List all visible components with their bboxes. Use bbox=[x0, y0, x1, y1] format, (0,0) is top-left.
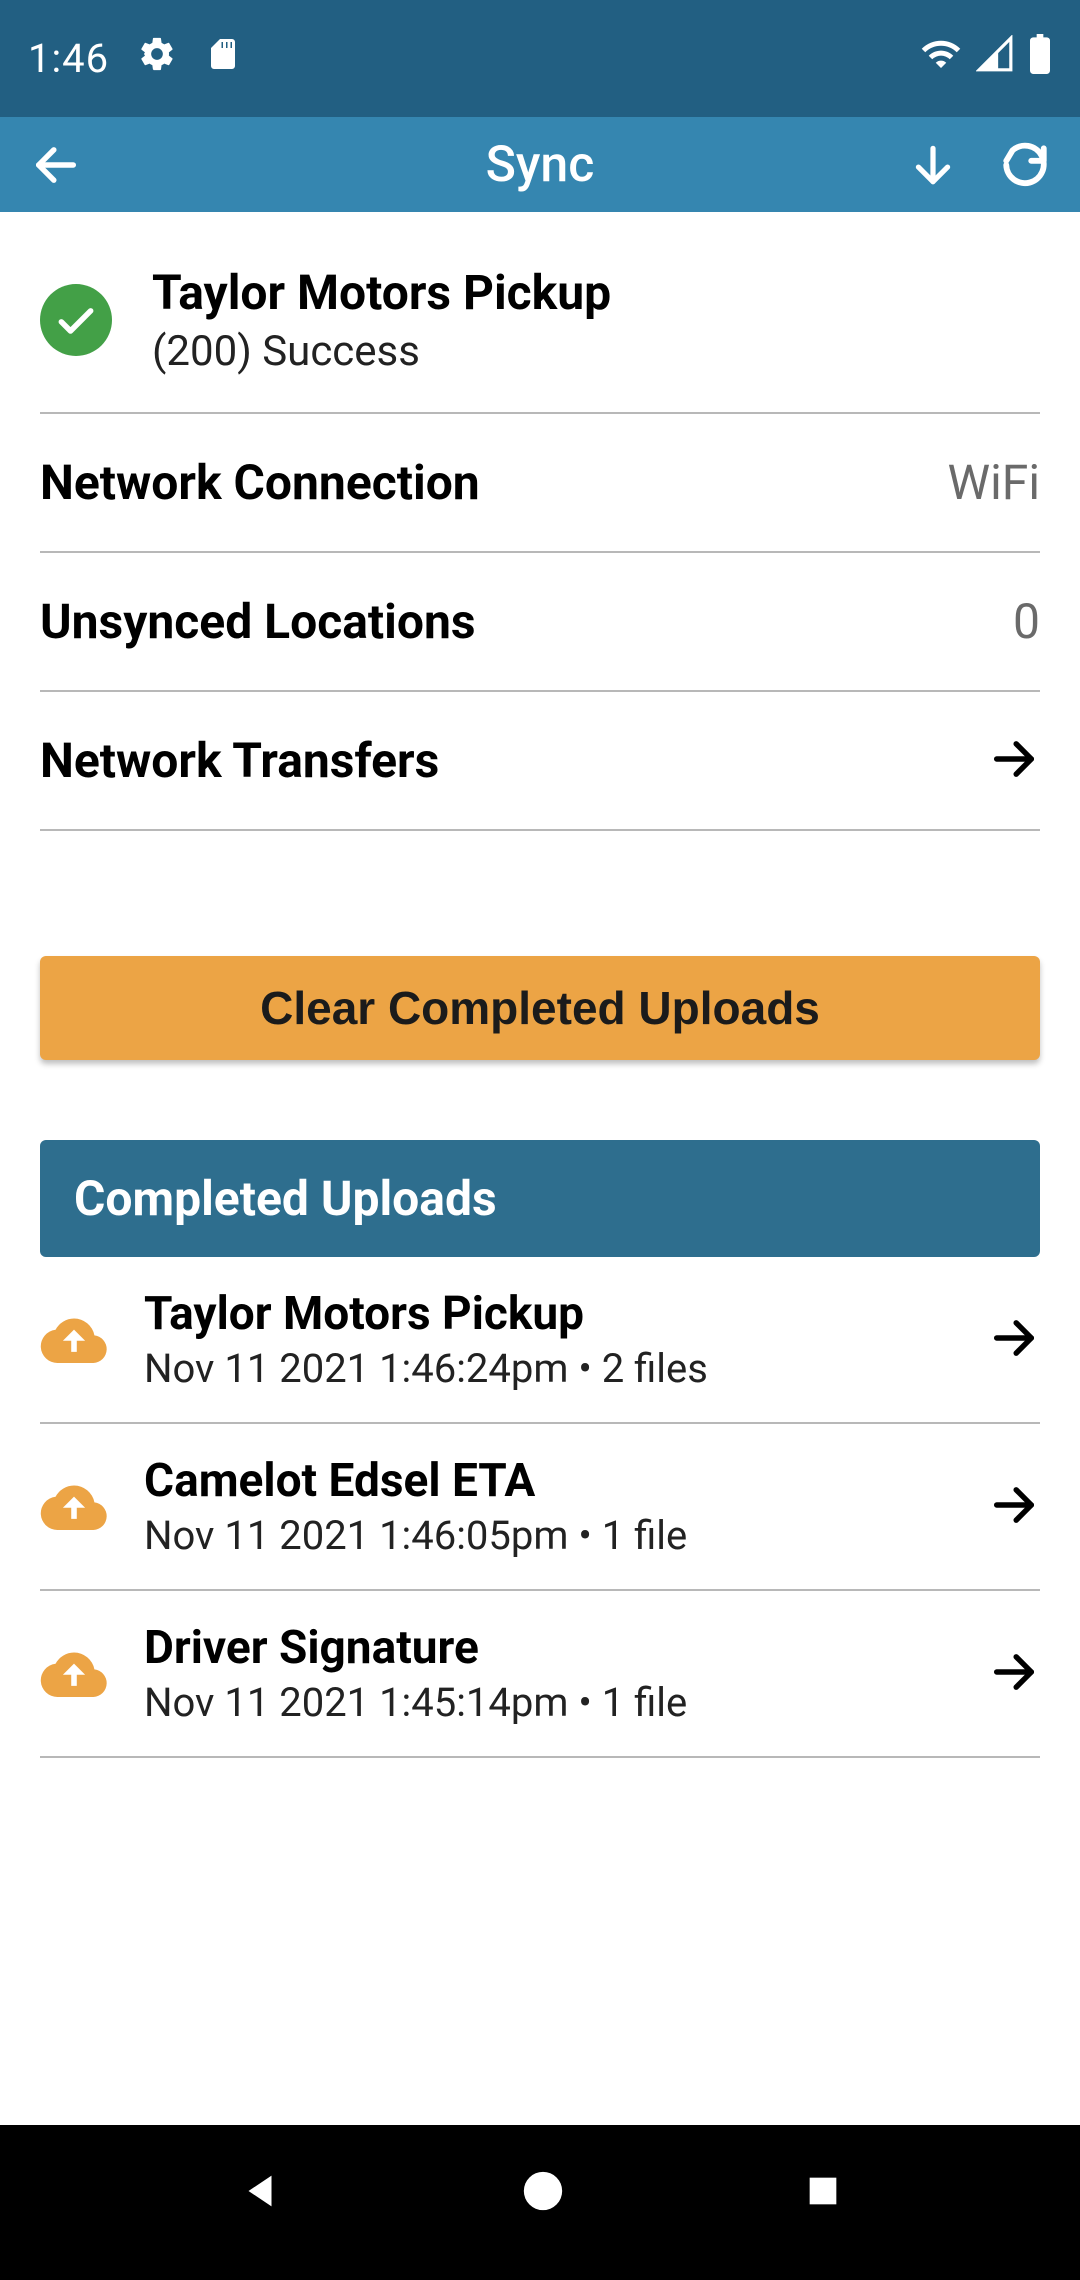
status-time: 1:46 bbox=[28, 35, 109, 82]
sd-card-icon bbox=[205, 35, 241, 82]
cloud-upload-icon bbox=[40, 1480, 108, 1534]
unsynced-locations-value: 0 bbox=[1013, 593, 1040, 650]
refresh-button[interactable] bbox=[1000, 140, 1050, 190]
wifi-icon bbox=[920, 33, 962, 85]
system-nav-bar bbox=[0, 2125, 1080, 2280]
app-bar: Sync bbox=[0, 117, 1080, 212]
upload-title: Driver Signature bbox=[144, 1621, 952, 1675]
signal-icon bbox=[976, 35, 1014, 83]
nav-home-button[interactable] bbox=[520, 2168, 566, 2218]
unsynced-locations-row: Unsynced Locations 0 bbox=[40, 553, 1040, 692]
cloud-upload-icon bbox=[40, 1647, 108, 1701]
cloud-upload-icon bbox=[40, 1313, 108, 1367]
upload-row[interactable]: Driver Signature Nov 11 2021 1:45:14pm •… bbox=[40, 1591, 1040, 1758]
upload-subtitle: Nov 11 2021 1:46:05pm • 1 file bbox=[144, 1512, 952, 1559]
back-button[interactable] bbox=[30, 139, 82, 191]
settings-icon bbox=[137, 34, 177, 84]
upload-row[interactable]: Taylor Motors Pickup Nov 11 2021 1:46:24… bbox=[40, 1257, 1040, 1424]
network-connection-label: Network Connection bbox=[40, 454, 480, 511]
sync-status-subtitle: (200) Success bbox=[152, 327, 611, 376]
system-status-bar: 1:46 bbox=[0, 0, 1080, 117]
upload-subtitle: Nov 11 2021 1:46:24pm • 2 files bbox=[144, 1345, 952, 1392]
network-connection-row: Network Connection WiFi bbox=[40, 414, 1040, 553]
network-transfers-row[interactable]: Network Transfers bbox=[40, 692, 1040, 831]
sync-status-title: Taylor Motors Pickup bbox=[152, 264, 611, 321]
battery-icon bbox=[1028, 34, 1052, 84]
network-connection-value: WiFi bbox=[948, 454, 1040, 511]
sync-status-card: Taylor Motors Pickup (200) Success bbox=[40, 212, 1040, 414]
chevron-right-icon bbox=[988, 1312, 1040, 1368]
network-transfers-label: Network Transfers bbox=[40, 732, 439, 789]
upload-title: Taylor Motors Pickup bbox=[144, 1287, 952, 1341]
download-button[interactable] bbox=[908, 140, 958, 190]
nav-recents-button[interactable] bbox=[803, 2171, 843, 2215]
page-title: Sync bbox=[486, 136, 595, 194]
upload-title: Camelot Edsel ETA bbox=[144, 1454, 952, 1508]
chevron-right-icon bbox=[988, 1646, 1040, 1702]
upload-subtitle: Nov 11 2021 1:45:14pm • 1 file bbox=[144, 1679, 952, 1726]
chevron-right-icon bbox=[988, 733, 1040, 789]
chevron-right-icon bbox=[988, 1479, 1040, 1535]
completed-uploads-header: Completed Uploads bbox=[40, 1140, 1040, 1257]
success-icon bbox=[40, 284, 112, 356]
clear-completed-uploads-button[interactable]: Clear Completed Uploads bbox=[40, 956, 1040, 1060]
nav-back-button[interactable] bbox=[237, 2168, 283, 2218]
upload-row[interactable]: Camelot Edsel ETA Nov 11 2021 1:46:05pm … bbox=[40, 1424, 1040, 1591]
unsynced-locations-label: Unsynced Locations bbox=[40, 593, 476, 650]
main-content: Taylor Motors Pickup (200) Success Netwo… bbox=[0, 212, 1080, 2125]
